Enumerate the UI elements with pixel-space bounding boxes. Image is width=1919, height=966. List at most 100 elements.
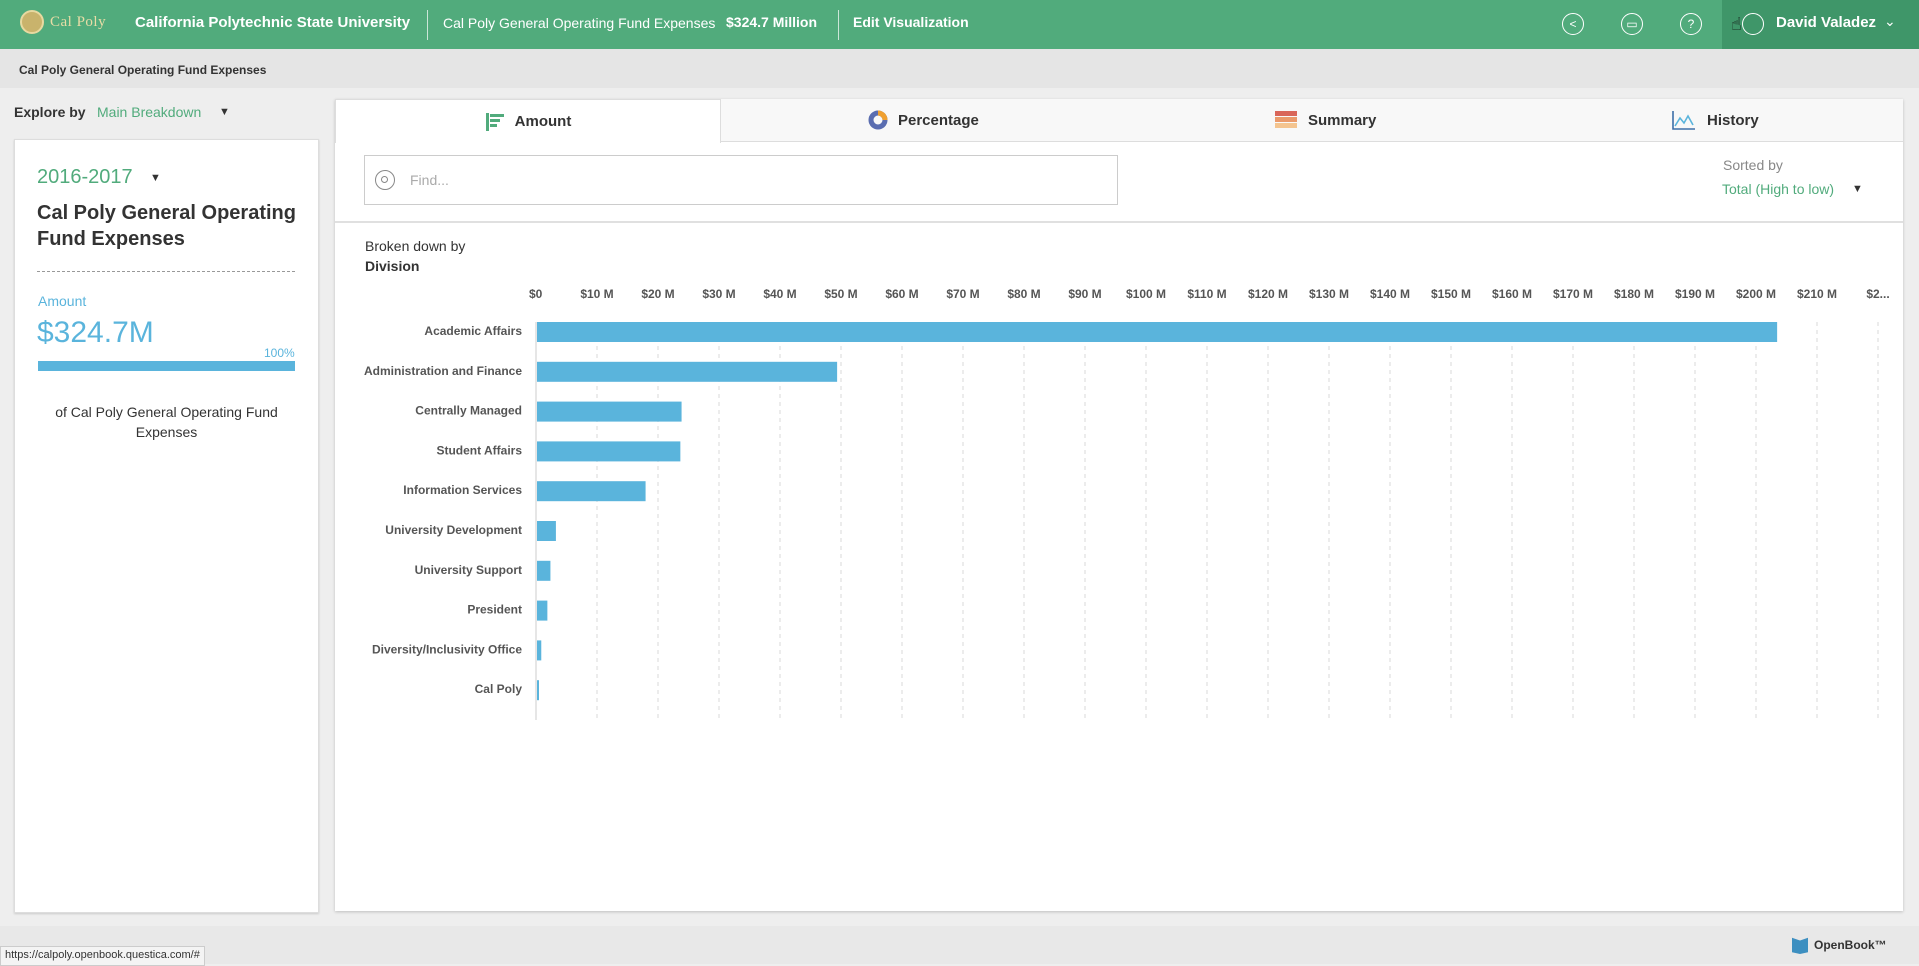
summary-title: Cal Poly General Operating Fund Expenses	[37, 202, 296, 250]
bar-chart: $0 $10 M $20 M $30 M $40 M $50 M $60 M $70 M $80…	[364, 287, 1890, 720]
x-tick-label: $170 M	[1553, 287, 1593, 301]
tab-summary[interactable]: Summary	[1274, 99, 1376, 141]
share-icon[interactable]: <	[1562, 13, 1584, 35]
footer	[0, 926, 1919, 964]
bar[interactable]	[537, 600, 548, 621]
fund-name: Cal Poly General Operating Fund Expenses	[443, 15, 716, 31]
x-tick-label: $50 M	[824, 287, 857, 301]
x-tick-label: $110 M	[1187, 287, 1226, 301]
divider	[37, 271, 295, 272]
bar[interactable]	[537, 640, 542, 661]
sort-dropdown[interactable]: Total (High to low)	[1722, 181, 1834, 197]
tab-label: History	[1707, 111, 1759, 129]
x-tick-label: $140 M	[1370, 287, 1410, 301]
mouse-cursor-icon: ☝	[1731, 14, 1742, 34]
comment-icon[interactable]: ▭	[1621, 13, 1643, 35]
x-tick-label: $150 M	[1431, 287, 1471, 301]
bar-chart-icon	[485, 112, 504, 131]
category-label: University Development	[385, 523, 522, 537]
sorted-by-label: Sorted by	[1723, 157, 1783, 173]
year-selector[interactable]: 2016-2017	[37, 166, 133, 189]
bar[interactable]	[537, 361, 838, 382]
x-tick-label: $160 M	[1492, 287, 1532, 301]
x-tick-label: $20 M	[641, 287, 674, 301]
x-tick-label: $2...	[1866, 287, 1889, 301]
x-tick-label: $130 M	[1309, 287, 1349, 301]
broken-down-label: Broken down by	[365, 238, 466, 254]
category-label: University Support	[415, 563, 522, 577]
category-label: Administration and Finance	[364, 364, 522, 378]
bar[interactable]	[537, 521, 556, 541]
x-tick-label: $100 M	[1126, 287, 1166, 301]
breadcrumb[interactable]: Cal Poly General Operating Fund Expenses	[19, 63, 266, 77]
category-label: Student Affairs	[436, 443, 522, 457]
brand-label: OpenBook™	[1814, 938, 1887, 952]
x-tick-label: $70 M	[946, 287, 979, 301]
x-tick-label: $40 M	[763, 287, 796, 301]
bar[interactable]	[537, 441, 681, 462]
category-label: President	[467, 603, 522, 617]
caret-down-icon[interactable]: ▼	[150, 172, 161, 184]
search-input[interactable]: Find...	[364, 155, 1118, 205]
x-tick-label: $60 M	[885, 287, 918, 301]
tab-label: Percentage	[898, 111, 979, 129]
openbook-brand[interactable]: OpenBook™	[1792, 936, 1887, 954]
university-name: California Polytechnic State University	[135, 14, 411, 31]
search-icon	[375, 170, 395, 190]
edit-visualization-button[interactable]: Edit Visualization	[853, 14, 969, 30]
header-divider	[427, 10, 428, 40]
explore-by-label: Explore by	[14, 104, 86, 120]
status-url: https://calpoly.openbook.questica.com/#	[0, 946, 205, 966]
x-tick-label: $210 M	[1797, 287, 1837, 301]
category-label: Centrally Managed	[415, 404, 522, 418]
divider	[335, 221, 1903, 223]
explore-by-dropdown[interactable]: Main Breakdown	[97, 104, 201, 120]
caret-down-icon[interactable]: ▼	[1852, 183, 1863, 195]
x-tick-label: $30 M	[702, 287, 735, 301]
x-tick-label: $190 M	[1675, 287, 1715, 301]
amount-label: Amount	[38, 293, 87, 309]
category-label: Information Services	[403, 483, 522, 497]
breadcrumb-bar	[0, 49, 1919, 88]
x-tick-label: $200 M	[1736, 287, 1776, 301]
stacked-icon	[1275, 111, 1297, 128]
tab-label: Amount	[514, 113, 572, 130]
x-tick-label: $180 M	[1614, 287, 1654, 301]
chevron-down-icon[interactable]: ⌄	[1884, 13, 1896, 30]
cal-poly-logo[interactable]: Cal Poly	[20, 10, 106, 34]
bar[interactable]	[537, 560, 551, 581]
logo-text: Cal Poly	[50, 13, 107, 30]
book-icon	[1792, 937, 1808, 954]
donut-icon	[868, 110, 888, 130]
x-tick-label: $90 M	[1068, 287, 1101, 301]
bar[interactable]	[537, 680, 539, 701]
amount-progress-bar	[38, 361, 295, 371]
summary-panel	[14, 139, 319, 913]
x-tick-label: $80 M	[1007, 287, 1040, 301]
category-label: Cal Poly	[475, 682, 523, 696]
user-avatar-icon[interactable]	[1742, 13, 1764, 35]
search-placeholder: Find...	[410, 172, 449, 188]
bar[interactable]	[537, 481, 646, 502]
cal-poly-seal-icon	[20, 10, 44, 34]
tab-percentage[interactable]: Percentage	[868, 99, 979, 141]
amount-value: $324.7M	[37, 316, 154, 349]
percent-label: 100%	[264, 346, 295, 360]
tab-label: Summary	[1308, 111, 1377, 129]
breakdown-value[interactable]: Division	[365, 258, 419, 274]
category-label: Diversity/Inclusivity Office	[372, 642, 522, 656]
header-divider	[838, 10, 839, 40]
bar[interactable]	[537, 322, 1778, 342]
help-icon[interactable]: ?	[1680, 13, 1702, 35]
tab-history[interactable]: History	[1671, 99, 1759, 141]
amount-description: of Cal Poly General Operating Fund Expen…	[55, 404, 278, 440]
x-tick-label: $120 M	[1248, 287, 1288, 301]
user-name[interactable]: David Valadez	[1776, 14, 1876, 31]
tab-amount[interactable]: Amount	[335, 99, 721, 143]
fund-amount: $324.7 Million	[726, 14, 818, 30]
x-tick-label: $10 M	[580, 287, 613, 301]
bar[interactable]	[537, 401, 682, 422]
line-chart-icon	[1672, 111, 1695, 130]
x-tick-label: $0	[529, 287, 543, 301]
caret-down-icon[interactable]: ▼	[219, 106, 230, 118]
